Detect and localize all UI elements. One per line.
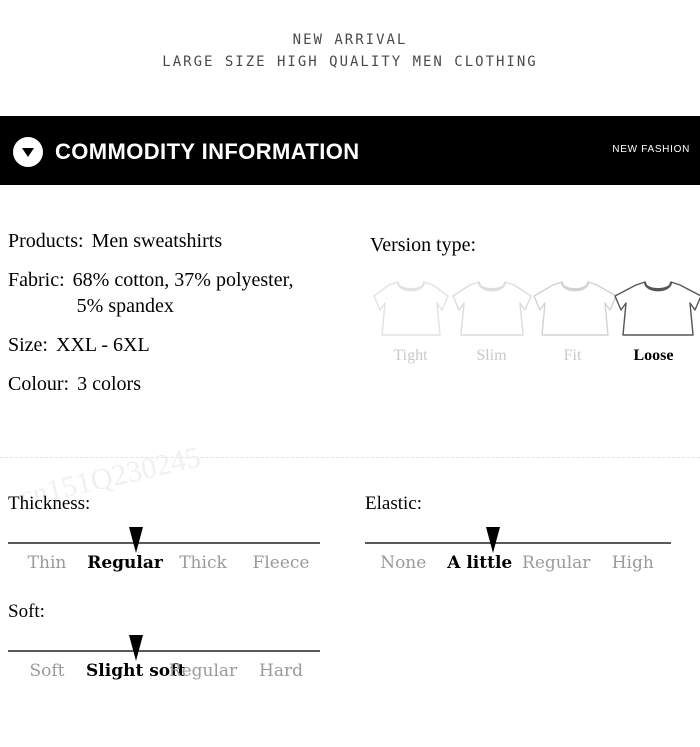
- top-banner: NEW ARRIVAL LARGE SIZE HIGH QUALITY MEN …: [0, 0, 700, 116]
- version-option-loose[interactable]: Loose: [613, 276, 700, 366]
- header-brand-tag: NEW FASHION: [612, 144, 690, 155]
- version-option-tight[interactable]: Tight: [370, 276, 451, 366]
- spec-value-colour: 3 colors: [77, 371, 141, 397]
- scale-label-thickness-fleece[interactable]: Fleece: [242, 552, 320, 574]
- version-option-label: Slim: [476, 347, 507, 364]
- scale-line-thickness: [8, 542, 320, 544]
- version-option-label: Loose: [633, 347, 674, 364]
- spec-value-fabric: 68% cotton, 37% polyester, 5% spandex: [73, 267, 294, 319]
- product-spec-list: Products: Men sweatshirts Fabric: 68% co…: [8, 228, 358, 410]
- spec-row-fabric: Fabric: 68% cotton, 37% polyester, 5% sp…: [8, 267, 358, 319]
- spec-row-products: Products: Men sweatshirts: [8, 228, 358, 254]
- scale-marker-thickness[interactable]: [129, 527, 143, 553]
- version-option-fit[interactable]: Fit: [532, 276, 617, 366]
- spec-row-size: Size: XXL - 6XL: [8, 332, 358, 358]
- scale-marker-soft[interactable]: [129, 635, 143, 661]
- spec-value-products: Men sweatshirts: [92, 228, 223, 254]
- scale-marker-elastic[interactable]: [486, 527, 500, 553]
- tshirt-icon: [370, 276, 451, 340]
- scale-label-elastic-a-little[interactable]: A little: [442, 552, 519, 574]
- scale-line-elastic: [365, 542, 671, 544]
- triangle-down-glyph: [22, 148, 34, 157]
- section-divider: [0, 457, 700, 458]
- spec-value-size: XXL - 6XL: [56, 332, 150, 358]
- scale-title-thickness: Thickness:: [8, 493, 91, 514]
- scale-label-thickness-thick[interactable]: Thick: [164, 552, 242, 574]
- scale-labels-soft: Soft Slight soft Regular Hard: [8, 660, 320, 682]
- tshirt-icon: [451, 276, 532, 340]
- scale-label-thickness-regular[interactable]: Regular: [86, 552, 164, 574]
- triangle-down-icon: [13, 137, 43, 167]
- tshirt-icon: [613, 276, 700, 340]
- scale-label-soft-slight-soft[interactable]: Slight soft: [86, 660, 185, 682]
- spec-label-size: Size:: [8, 334, 48, 356]
- banner-headline-secondary: LARGE SIZE HIGH QUALITY MEN CLOTHING: [162, 54, 538, 70]
- spec-value-size-line1: XXL - 6XL: [56, 334, 150, 356]
- spec-label-colour: Colour:: [8, 373, 70, 395]
- scale-label-soft-hard[interactable]: Hard: [242, 660, 320, 682]
- scale-labels-elastic: None A little Regular High: [365, 552, 671, 574]
- scale-label-soft-soft[interactable]: Soft: [8, 660, 86, 682]
- spec-value-fabric-line1: 68% cotton, 37% polyester,: [72, 269, 294, 291]
- spec-label-products: Products:: [8, 230, 84, 252]
- spec-label-fabric: Fabric:: [8, 269, 65, 291]
- scale-label-soft-regular[interactable]: Regular: [164, 660, 242, 682]
- scale-labels-thickness: Thin Regular Thick Fleece: [8, 552, 320, 574]
- scale-label-elastic-high[interactable]: High: [595, 552, 672, 574]
- version-type-title: Version type:: [370, 234, 477, 256]
- version-type-options: Tight Slim Fit Loose: [370, 276, 700, 366]
- scale-group-elastic: Elastic: None A little Regular High: [365, 492, 695, 573]
- scale-label-elastic-none[interactable]: None: [365, 552, 442, 574]
- version-option-slim[interactable]: Slim: [451, 276, 532, 366]
- scale-title-elastic: Elastic:: [365, 493, 422, 514]
- version-option-label: Tight: [393, 347, 428, 364]
- scale-label-elastic-regular[interactable]: Regular: [518, 552, 595, 574]
- banner-headline-primary: NEW ARRIVAL: [292, 32, 408, 48]
- header-title: COMMODITY INFORMATION: [55, 139, 360, 164]
- spec-row-colour: Colour: 3 colors: [8, 371, 358, 397]
- tshirt-icon: [532, 276, 617, 340]
- scale-title-soft: Soft:: [8, 601, 45, 622]
- spec-value-colour-line1: 3 colors: [77, 373, 142, 395]
- commodity-information-header: COMMODITY INFORMATION NEW FASHION: [0, 116, 700, 185]
- scale-line-soft: [8, 650, 320, 652]
- scale-label-thickness-thin[interactable]: Thin: [8, 552, 86, 574]
- version-option-label: Fit: [563, 347, 582, 364]
- version-type-block: Version type: Tight Slim Fit Loose: [370, 232, 700, 366]
- spec-value-fabric-line2: 5% spandex: [76, 295, 174, 317]
- scale-group-soft: Soft: Soft Slight soft Regular Hard: [8, 600, 353, 681]
- scale-group-thickness: Thickness: Thin Regular Thick Fleece: [8, 492, 353, 573]
- spec-value-products-line1: Men sweatshirts: [91, 230, 223, 252]
